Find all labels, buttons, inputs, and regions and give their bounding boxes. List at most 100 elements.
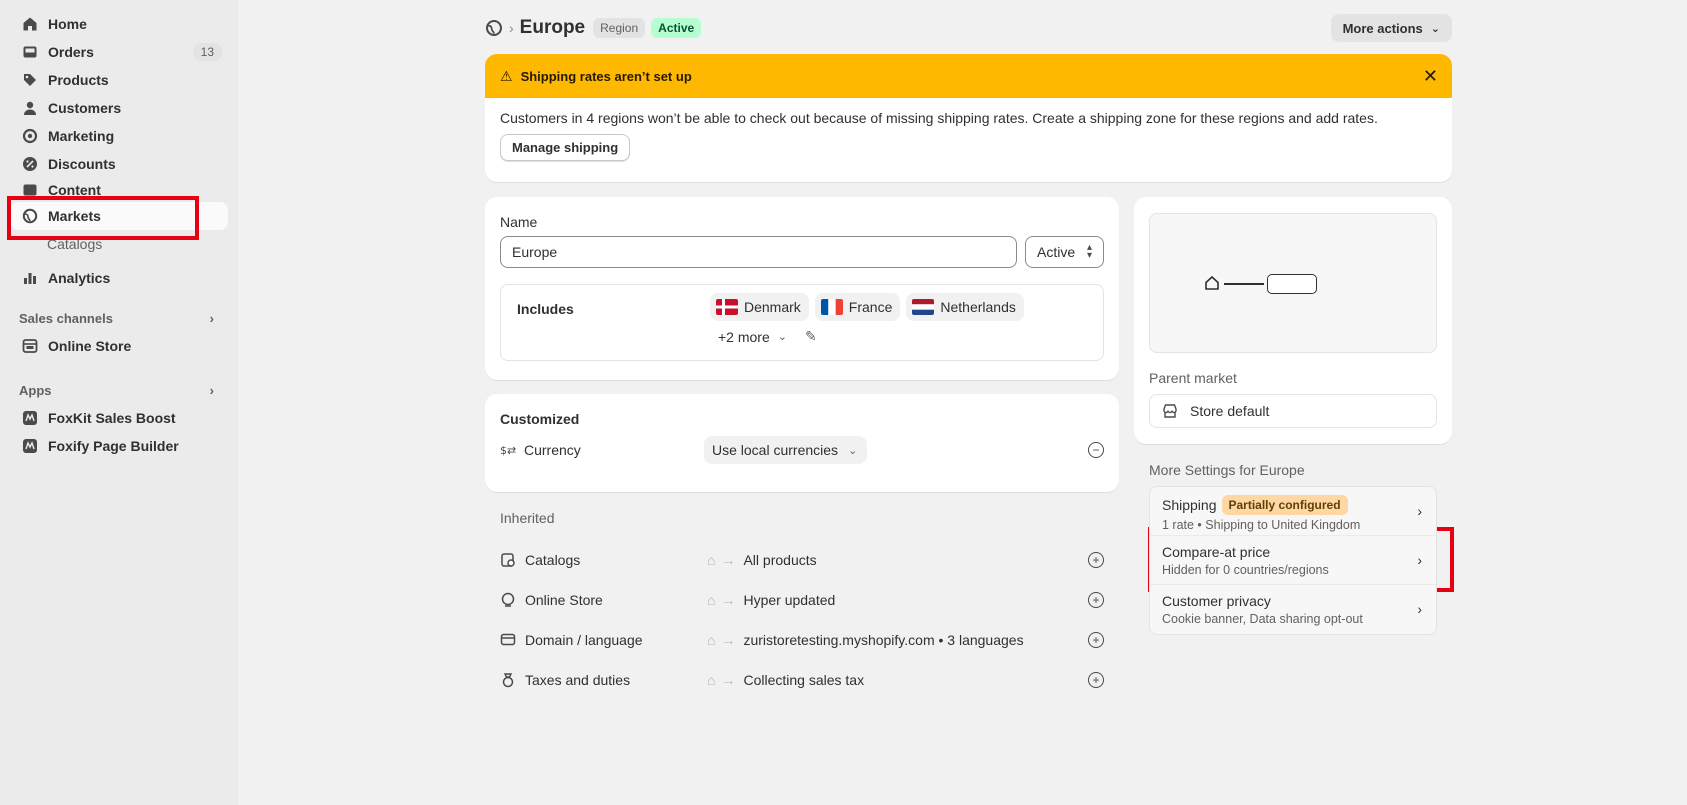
- customized-title: Customized: [500, 411, 580, 427]
- banner-body: Customers in 4 regions won’t be able to …: [485, 98, 1452, 173]
- sidebar-item-label: Foxify Page Builder: [48, 438, 179, 454]
- parent-market-card: Parent market Store default: [1134, 197, 1452, 444]
- banner-message: Customers in 4 regions won’t be able to …: [500, 110, 1378, 126]
- country-chip-denmark[interactable]: Denmark: [710, 293, 809, 321]
- add-circle-icon[interactable]: +: [1088, 672, 1104, 688]
- add-circle-icon[interactable]: +: [1088, 592, 1104, 608]
- select-arrows-icon: ▴ ▾: [1086, 242, 1092, 261]
- inherited-row-taxes-duties: Taxes and duties ⌂ → Collecting sales tax …: [500, 660, 1104, 700]
- sidebar-item-discounts[interactable]: Discounts: [10, 150, 228, 178]
- status-badge: Active: [651, 18, 702, 38]
- settings-item-title: Customer privacy: [1162, 593, 1271, 609]
- chevron-right-icon: ›: [1417, 601, 1422, 617]
- status-select[interactable]: Active ▴ ▾: [1025, 236, 1104, 268]
- chevron-down-icon: ⌄: [848, 444, 858, 457]
- connector-line: [1224, 283, 1264, 285]
- inherited-value: zuristoretesting.myshopify.com • 3 langu…: [743, 632, 1024, 648]
- domain-icon: [500, 632, 516, 648]
- globe-icon[interactable]: [485, 19, 503, 37]
- discount-icon: [22, 156, 38, 172]
- home-outline-icon: [1204, 275, 1220, 291]
- arrow-right-icon: →: [721, 632, 736, 648]
- inherited-value: Collecting sales tax: [743, 672, 865, 688]
- arrow-right-icon: →: [721, 672, 736, 688]
- add-circle-icon[interactable]: +: [1088, 552, 1104, 568]
- store-icon: ⌂: [707, 672, 716, 688]
- target-icon: [22, 128, 38, 144]
- sidebar-item-online-store[interactable]: Online Store: [10, 332, 228, 360]
- settings-item-customer-privacy[interactable]: Customer privacy Cookie banner, Data sha…: [1150, 585, 1436, 634]
- orders-count-badge: 13: [192, 43, 222, 61]
- remove-circle-icon[interactable]: −: [1088, 442, 1104, 458]
- customized-card: Customized $⇄ Currency Use local currenc…: [485, 394, 1119, 492]
- sidebar-item-label: Home: [48, 16, 87, 32]
- inherited-value: All products: [743, 552, 817, 568]
- sidebar-item-home[interactable]: Home: [10, 10, 228, 38]
- chevron-down-icon[interactable]: ⌄: [778, 330, 787, 343]
- theme-icon: [500, 592, 516, 608]
- name-card: Name Europe Active ▴▾ Includes Denmark: [485, 197, 1119, 380]
- close-icon[interactable]: ✕: [1423, 66, 1438, 87]
- more-settings-title: More Settings for Europe: [1149, 462, 1305, 478]
- apps-header[interactable]: Apps ›: [19, 376, 214, 404]
- region-tag: Region: [593, 18, 646, 38]
- sidebar-item-products[interactable]: Products: [10, 66, 228, 94]
- sidebar-item-foxkit[interactable]: FoxKit Sales Boost: [10, 404, 228, 432]
- market-name-input[interactable]: Europe: [500, 236, 1017, 268]
- settings-item-title: Shipping: [1162, 497, 1217, 513]
- more-countries-toggle[interactable]: +2 more: [718, 329, 770, 345]
- settings-item-shipping[interactable]: Shipping Partially configured 1 rate • Sh…: [1150, 487, 1436, 536]
- sidebar-item-label: FoxKit Sales Boost: [48, 410, 176, 426]
- chevron-right-icon: ›: [209, 382, 214, 398]
- currency-select[interactable]: Use local currencies ⌄: [704, 436, 868, 464]
- currency-select-value: Use local currencies: [712, 442, 839, 458]
- inherited-title: Inherited: [500, 510, 555, 526]
- country-name: Denmark: [744, 299, 801, 315]
- sidebar-item-label: Customers: [48, 100, 122, 116]
- sidebar-item-orders[interactable]: Orders 13: [10, 38, 228, 66]
- pencil-icon[interactable]: ✎: [805, 328, 817, 345]
- sidebar-item-customers[interactable]: Customers: [10, 94, 228, 122]
- sidebar-item-foxify[interactable]: Foxify Page Builder: [10, 432, 228, 460]
- country-chip-france[interactable]: France: [814, 293, 901, 321]
- page-title: Europe: [519, 17, 586, 38]
- parent-market-field[interactable]: Store default: [1149, 394, 1437, 428]
- inherited-name: Taxes and duties: [525, 672, 631, 688]
- sales-channels-header[interactable]: Sales channels ›: [19, 304, 214, 332]
- add-circle-icon[interactable]: +: [1088, 632, 1104, 648]
- sidebar-item-analytics[interactable]: Analytics: [10, 264, 228, 292]
- svg-text:$⇄: $⇄: [500, 444, 516, 457]
- inbox-icon: [22, 44, 38, 60]
- netherlands-flag-icon: [912, 299, 935, 315]
- arrow-right-icon: →: [721, 552, 736, 568]
- right-column: Parent market Store default More Setting…: [1134, 197, 1452, 635]
- settings-item-subtitle: Cookie banner, Data sharing opt-out: [1162, 612, 1363, 626]
- inherited-name: Domain / language: [525, 632, 643, 648]
- page-header: › Europe Region Active More actions ⌄: [485, 12, 1452, 44]
- settings-item-title: Compare-at price: [1162, 544, 1271, 560]
- home-icon: [22, 16, 38, 32]
- currency-exchange-icon: $⇄: [500, 442, 516, 458]
- chevron-right-icon: ›: [209, 310, 214, 326]
- inherited-row-online-store: Online Store ⌂ → Hyper updated +: [500, 580, 1104, 620]
- inherited-name: Online Store: [525, 592, 603, 608]
- parent-market-label: Parent market: [1149, 370, 1237, 386]
- more-actions-button[interactable]: More actions ⌄: [1330, 14, 1452, 42]
- section-title: Sales channels: [19, 310, 113, 326]
- currency-row: $⇄ Currency Use local currencies ⌄ −: [500, 435, 1104, 465]
- sidebar-item-label: Products: [48, 72, 109, 88]
- inherited-section: Inherited Catalogs ⌂ → All products + Onli…: [485, 510, 1119, 700]
- arrow-right-icon: →: [721, 592, 736, 608]
- country-chip-netherlands[interactable]: Netherlands: [906, 293, 1024, 321]
- store-icon: [22, 338, 38, 354]
- manage-shipping-button[interactable]: Manage shipping: [500, 134, 631, 161]
- sidebar-item-marketing[interactable]: Marketing: [10, 122, 228, 150]
- store-icon: [1162, 403, 1178, 419]
- inherited-value: Hyper updated: [743, 592, 836, 608]
- settings-item-compare-at-price[interactable]: Compare-at price Hidden for 0 countries/…: [1150, 536, 1436, 585]
- chevron-right-icon: ›: [1417, 503, 1422, 519]
- banner-header: ⚠ Shipping rates aren’t set up ✕: [485, 54, 1452, 98]
- store-icon: ⌂: [707, 632, 716, 648]
- inherited-row-catalogs: Catalogs ⌂ → All products +: [500, 540, 1104, 580]
- sidebar: Home Orders 13 Products Customers Market…: [0, 0, 238, 805]
